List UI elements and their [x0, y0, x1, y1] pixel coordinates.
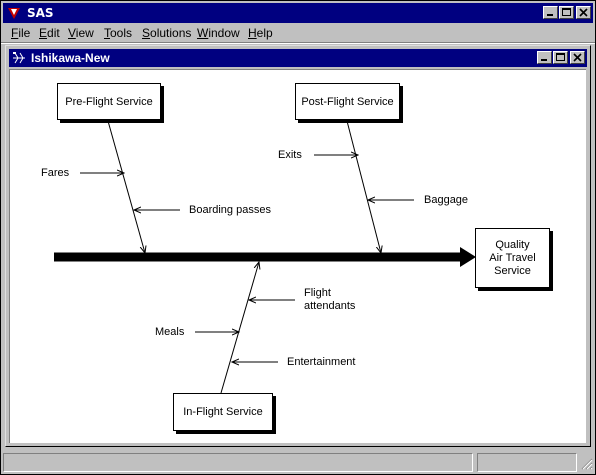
cause-flight-attendants[interactable]: Flight attendants [304, 287, 355, 313]
app-title: SAS [27, 6, 54, 20]
spine-arrow-head [460, 247, 476, 267]
ishikawa-diagram-icon[interactable] [12, 51, 26, 65]
status-pane-secondary [477, 453, 577, 472]
category-in-flight[interactable]: In-Flight Service [173, 393, 273, 431]
maximize-icon [562, 8, 571, 16]
document-title-bar[interactable]: Ishikawa-New [9, 49, 587, 67]
maximize-button[interactable] [559, 6, 574, 19]
cause-fares[interactable]: Fares [41, 167, 69, 180]
category-in-flight-label: In-Flight Service [183, 406, 263, 418]
effect-box[interactable]: Quality Air Travel Service [475, 228, 550, 288]
minimize-icon [547, 14, 553, 16]
bone-in-flight [220, 262, 259, 394]
close-icon [579, 8, 588, 17]
doc-minimize-button[interactable] [537, 51, 552, 64]
category-pre-flight-label: Pre-Flight Service [65, 95, 153, 108]
cause-boarding-passes[interactable]: Boarding passes [189, 204, 271, 217]
menu-view[interactable]: View [68, 26, 94, 40]
menu-solutions[interactable]: Solutions [142, 26, 191, 40]
sas-logo-icon[interactable] [7, 6, 21, 20]
category-pre-flight[interactable]: Pre-Flight Service [57, 83, 161, 120]
status-bar [3, 453, 593, 472]
menu-window[interactable]: Window [197, 26, 240, 40]
minimize-button[interactable] [543, 6, 558, 19]
category-post-flight-label: Post-Flight Service [301, 95, 394, 108]
sas-application-window: SAS File Edit View Tools Solutions Windo… [0, 0, 596, 475]
diagram-canvas[interactable]: Pre-Flight Service Post-Flight Service I… [9, 69, 586, 443]
menu-separator [1, 42, 595, 44]
app-title-bar[interactable]: SAS [3, 3, 593, 23]
cause-entertainment[interactable]: Entertainment [287, 356, 355, 369]
resize-grip-icon[interactable] [581, 458, 593, 470]
maximize-icon [556, 53, 565, 61]
bone-post-flight [346, 120, 381, 253]
bone-pre-flight [107, 120, 145, 253]
menu-file[interactable]: File [11, 26, 30, 40]
close-button[interactable] [576, 6, 591, 19]
menu-help[interactable]: Help [248, 26, 273, 40]
doc-close-button[interactable] [570, 51, 585, 64]
menu-edit[interactable]: Edit [39, 26, 60, 40]
cause-exits[interactable]: Exits [278, 149, 302, 162]
effect-label: Quality Air Travel Service [489, 238, 536, 277]
status-pane-main [3, 453, 473, 472]
doc-maximize-button[interactable] [553, 51, 568, 64]
document-title: Ishikawa-New [31, 51, 110, 65]
cause-meals[interactable]: Meals [155, 326, 184, 339]
close-icon [573, 53, 582, 62]
menu-tools[interactable]: Tools [104, 26, 132, 40]
cause-baggage[interactable]: Baggage [424, 194, 468, 207]
minimize-icon [541, 59, 547, 61]
ishikawa-window: Ishikawa-New Pre-Flight Service Post-Fli… [5, 45, 591, 447]
category-post-flight[interactable]: Post-Flight Service [295, 83, 400, 120]
